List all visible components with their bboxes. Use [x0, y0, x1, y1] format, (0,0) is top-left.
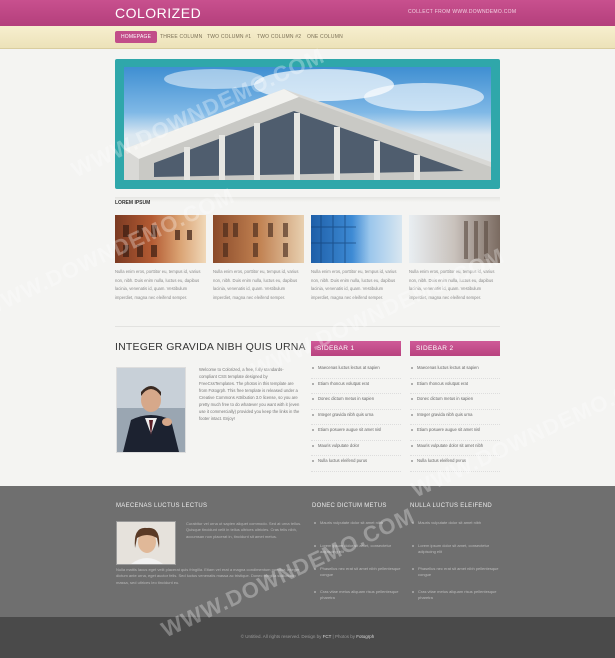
footer-col2-item[interactable]: Cras vitae metus aliquam risus pellentes… [313, 589, 403, 612]
credits-link-designer[interactable]: FCT [323, 634, 332, 639]
footer-col1-title: MAECENAS LUCTUS LECTUS [116, 503, 208, 509]
site-logo[interactable]: COLORIZED [115, 5, 201, 21]
thumbnail-image[interactable] [409, 215, 500, 263]
sidebar-2-list: Maecenas luctus lectus at sapien Etiam r… [410, 363, 500, 472]
sidebar-2-title: SIDEBAR 2 [410, 341, 500, 356]
footer-col1-text: Curabitur vel urna ut sapien aliquet com… [186, 521, 302, 539]
footer-col2-item[interactable]: Phasellus nec erat sit amet nibh pellent… [313, 566, 403, 589]
sidebar-1-item[interactable]: Nulla luctus eleifend purus [311, 456, 401, 472]
sidebar-2-item[interactable]: Maecenas luctus lectus at sapien [410, 363, 500, 379]
thumbnail-image[interactable] [115, 215, 206, 263]
thumbnail-building-3 [311, 215, 356, 263]
footer-portrait [116, 521, 176, 565]
thumbnail-caption: Nulla enim eros, porttitor eu, tempus id… [311, 269, 397, 300]
portrait-image [117, 368, 185, 452]
sidebar-2-item[interactable]: Mauris vulputate dolor sit amet nibh [410, 441, 500, 456]
sidebar-1-item[interactable]: Mauris vulputate dolor [311, 441, 401, 456]
hero-image [124, 67, 491, 180]
footer-col3-item[interactable]: Mauris vulputate dolor sit amet nibh [411, 520, 501, 543]
footer-col1-text-2: Nulla mattis lacus eget velit placerat q… [116, 567, 300, 585]
footer-portrait-image [117, 522, 175, 564]
thumbnail-caption: Nulla enim eros, porttitor eu, tempus id… [409, 269, 495, 300]
site-header [0, 0, 615, 26]
footer-col2-item[interactable]: Mauris vulputate dolor sit amet nibh [313, 520, 403, 543]
sidebar-1-item[interactable]: Integer gravida nibh quis urna [311, 410, 401, 425]
sidebar-1-list: Maecenas luctus lectus at sapien Etiam r… [311, 363, 401, 472]
footer-col3-item[interactable]: Phasellus nec erat sit amet nibh pellent… [411, 566, 501, 589]
footer-col3-item[interactable]: Cras vitae metus aliquam risus pellentes… [411, 589, 501, 612]
footer-col3-list: Mauris vulputate dolor sit amet nibh Lor… [411, 520, 501, 612]
sidebar-2-item[interactable]: Nulla luctus eleifend purus [410, 456, 500, 472]
hero-shadow [115, 197, 500, 202]
thumbnail-image[interactable] [213, 215, 304, 263]
thumbnail-building-2 [223, 223, 288, 257]
footer-col2-title: DONEC DICTUM METUS [312, 503, 387, 509]
sidebar-2-item[interactable]: Donec dictum metus in sapien [410, 394, 500, 410]
footer-col3-item[interactable]: Lorem ipsum dolor sit amet, consectetur … [411, 543, 501, 566]
nav-item-two-column-2[interactable]: TWO COLUMN #2 [257, 31, 301, 43]
thumbnail-building-4 [464, 221, 488, 259]
sidebar-1-item[interactable]: Etiam rhoncus volutpat erat [311, 379, 401, 394]
copyright-mid: | Photos by [332, 634, 355, 639]
credits-link-photos[interactable]: Fotogrph [356, 634, 374, 639]
sidebar-2-item[interactable]: Etiam posuere augue sit amet nisl [410, 425, 500, 441]
thumbnail-building-1 [123, 225, 192, 257]
nav-item-two-column-1[interactable]: TWO COLUMN #1 [207, 31, 251, 43]
section-label: LOREM IPSUM [115, 200, 151, 206]
article-portrait [116, 367, 186, 453]
sidebar-1-item[interactable]: Donec dictum metus in sapien [311, 394, 401, 410]
footer-col3-title: NULLA LUCTUS ELEIFEND [410, 503, 492, 509]
sidebar-1-title: SIDEBAR 1 [311, 341, 401, 356]
hero-building-illustration [124, 69, 491, 180]
thumbnail-caption: Nulla enim eros, porttitor eu, tempus id… [115, 269, 201, 300]
nav-item-three-column[interactable]: THREE COLUMN [160, 31, 202, 43]
article-text: Welcome to Colorized, a free, fully stan… [199, 367, 300, 421]
footer-area [0, 486, 615, 617]
nav-item-one-column[interactable]: ONE COLUMN [307, 31, 343, 43]
copyright-text: © Untitled. All rights reserved. Design … [0, 634, 615, 639]
article-title: INTEGER GRAVIDA NIBH QUIS URNA [115, 341, 306, 353]
footer-col2-list: Mauris vulputate dolor sit amet nibh Lor… [313, 520, 403, 612]
copyright-prefix: © Untitled. All rights reserved. Design … [240, 634, 322, 639]
sidebar-2-item[interactable]: Etiam rhoncus volutpat erat [410, 379, 500, 394]
site-tagline: COLLECT FROM WWW.DOWNDEMO.COM [408, 9, 517, 15]
nav-item-homepage[interactable]: HOMEPAGE [115, 31, 158, 43]
content-divider [115, 326, 500, 327]
thumbnail-image[interactable] [311, 215, 402, 263]
sidebar-1-item[interactable]: Etiam posuere augue sit amet nisl [311, 425, 401, 441]
sidebar-2-item[interactable]: Integer gravida nibh quis urna [410, 410, 500, 425]
sidebar-1-item[interactable]: Maecenas luctus lectus at sapien [311, 363, 401, 379]
footer-col2-item[interactable]: Lorem ipsum dolor sit amet, consectetur … [313, 543, 403, 566]
thumbnail-caption: Nulla enim eros, porttitor eu, tempus id… [213, 269, 299, 300]
